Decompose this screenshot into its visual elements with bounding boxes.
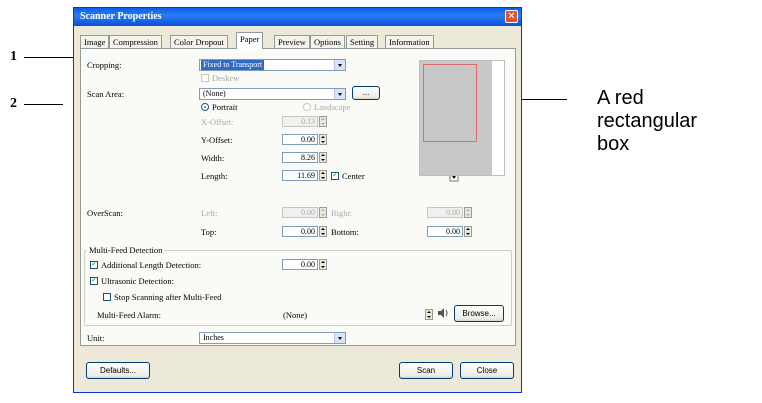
portrait-radio[interactable] bbox=[201, 103, 209, 111]
callout-text: A red rectangular box bbox=[597, 87, 697, 156]
chevron-down-icon bbox=[334, 60, 345, 70]
stop-scanning-checkbox[interactable] bbox=[103, 293, 111, 301]
tab-compression[interactable]: Compression bbox=[109, 35, 162, 48]
chevron-down-icon bbox=[334, 333, 345, 343]
width-label: Width: bbox=[201, 153, 225, 163]
scan-area-select[interactable]: (None) bbox=[199, 88, 346, 100]
ultrasonic-checkbox[interactable] bbox=[90, 275, 98, 285]
alarm-spinner[interactable] bbox=[425, 309, 433, 320]
callout-line-1: A red bbox=[597, 87, 644, 109]
callout-line-3: box bbox=[597, 133, 630, 155]
alarm-label: Multi-Feed Alarm: bbox=[97, 310, 161, 320]
tab-color-dropout[interactable]: Color Dropout bbox=[170, 35, 228, 48]
overscan-right-spinner[interactable] bbox=[464, 207, 472, 218]
tab-options[interactable]: Options bbox=[310, 35, 345, 48]
tab-setting[interactable]: Setting bbox=[346, 35, 379, 48]
close-icon[interactable]: ✕ bbox=[505, 10, 518, 23]
x-offset-field[interactable]: 0.13 bbox=[282, 116, 318, 127]
overscan-label: OverScan: bbox=[87, 208, 123, 218]
tab-paper[interactable]: Paper bbox=[236, 32, 264, 49]
ultrasonic-label: Ultrasonic Detection: bbox=[101, 276, 174, 286]
deskew-label: Deskew bbox=[212, 73, 240, 83]
overscan-bottom-spinner[interactable] bbox=[464, 226, 472, 237]
width-spinner[interactable] bbox=[319, 152, 327, 163]
center-label: Center bbox=[342, 171, 365, 181]
x-offset-label: X-Offset: bbox=[201, 117, 234, 127]
overscan-bottom-field[interactable]: 0.00 bbox=[427, 226, 463, 237]
cropping-label: Cropping: bbox=[87, 60, 122, 70]
overscan-bottom-label: Bottom: bbox=[331, 227, 359, 237]
close-button[interactable]: Close bbox=[460, 362, 514, 379]
tab-preview[interactable]: Preview bbox=[274, 35, 310, 48]
unit-label: Unit: bbox=[87, 333, 105, 343]
length-spinner[interactable] bbox=[319, 170, 327, 181]
y-offset-label: Y-Offset: bbox=[201, 135, 233, 145]
x-offset-spinner[interactable] bbox=[319, 116, 327, 127]
scan-area-browse-button[interactable]: ... bbox=[352, 86, 380, 100]
additional-length-checkbox[interactable] bbox=[90, 259, 98, 269]
width-field[interactable]: 8.26 bbox=[282, 152, 318, 163]
tab-information[interactable]: Information bbox=[385, 35, 434, 48]
length-field[interactable]: 11.69 bbox=[282, 170, 318, 181]
cropping-select[interactable]: Fixed to Transport bbox=[199, 59, 346, 71]
overscan-left-spinner[interactable] bbox=[319, 207, 327, 218]
deskew-checkbox[interactable] bbox=[201, 74, 209, 82]
additional-length-spinner[interactable] bbox=[319, 259, 327, 270]
annotation-1: 1 bbox=[10, 49, 17, 64]
annotation-2-line bbox=[24, 104, 63, 105]
overscan-top-field[interactable]: 0.00 bbox=[282, 226, 318, 237]
overscan-top-label: Top: bbox=[201, 227, 217, 237]
landscape-radio[interactable] bbox=[303, 103, 311, 111]
annotation-2: 2 bbox=[10, 96, 17, 111]
additional-length-field[interactable]: 0.00 bbox=[282, 259, 318, 270]
chevron-down-icon bbox=[334, 89, 345, 99]
cropping-value: Fixed to Transport bbox=[201, 60, 265, 70]
paper-preview bbox=[419, 60, 505, 176]
speaker-icon[interactable] bbox=[436, 306, 450, 320]
alarm-browse-button[interactable]: Browse... bbox=[454, 305, 504, 322]
overscan-right-field[interactable]: 0.00 bbox=[427, 207, 463, 218]
unit-select[interactable]: Inches bbox=[199, 332, 346, 344]
overscan-left-field[interactable]: 0.00 bbox=[282, 207, 318, 218]
tab-image[interactable]: Image bbox=[80, 35, 110, 48]
y-offset-field[interactable]: 0.00 bbox=[282, 134, 318, 145]
scan-area-label: Scan Area: bbox=[87, 89, 125, 99]
alarm-value: (None) bbox=[283, 310, 308, 320]
callout-line-2: rectangular bbox=[597, 110, 698, 132]
multifeed-group-label: Multi-Feed Detection bbox=[87, 245, 165, 255]
scan-button[interactable]: Scan bbox=[399, 362, 453, 379]
title-bar: Scanner Properties ✕ bbox=[74, 8, 521, 26]
center-checkbox[interactable] bbox=[331, 170, 339, 180]
preview-scan-frame bbox=[423, 64, 477, 142]
stop-scanning-label: Stop Scanning after Multi-Feed bbox=[114, 292, 222, 302]
scanner-properties-dialog: Scanner Properties ✕ Image Compression C… bbox=[73, 7, 522, 393]
overscan-left-label: Left: bbox=[201, 208, 218, 218]
length-label: Length: bbox=[201, 171, 228, 181]
landscape-label: Landscape bbox=[314, 102, 351, 112]
overscan-top-spinner[interactable] bbox=[319, 226, 327, 237]
y-offset-spinner[interactable] bbox=[319, 134, 327, 145]
window-title: Scanner Properties bbox=[80, 11, 162, 22]
scan-area-value: (None) bbox=[203, 89, 226, 98]
defaults-button[interactable]: Defaults... bbox=[86, 362, 150, 379]
additional-length-label: Additional Length Detection: bbox=[101, 260, 202, 270]
overscan-right-label: Right: bbox=[331, 208, 353, 218]
unit-value: Inches bbox=[203, 333, 224, 342]
portrait-label: Portrait bbox=[212, 102, 238, 112]
